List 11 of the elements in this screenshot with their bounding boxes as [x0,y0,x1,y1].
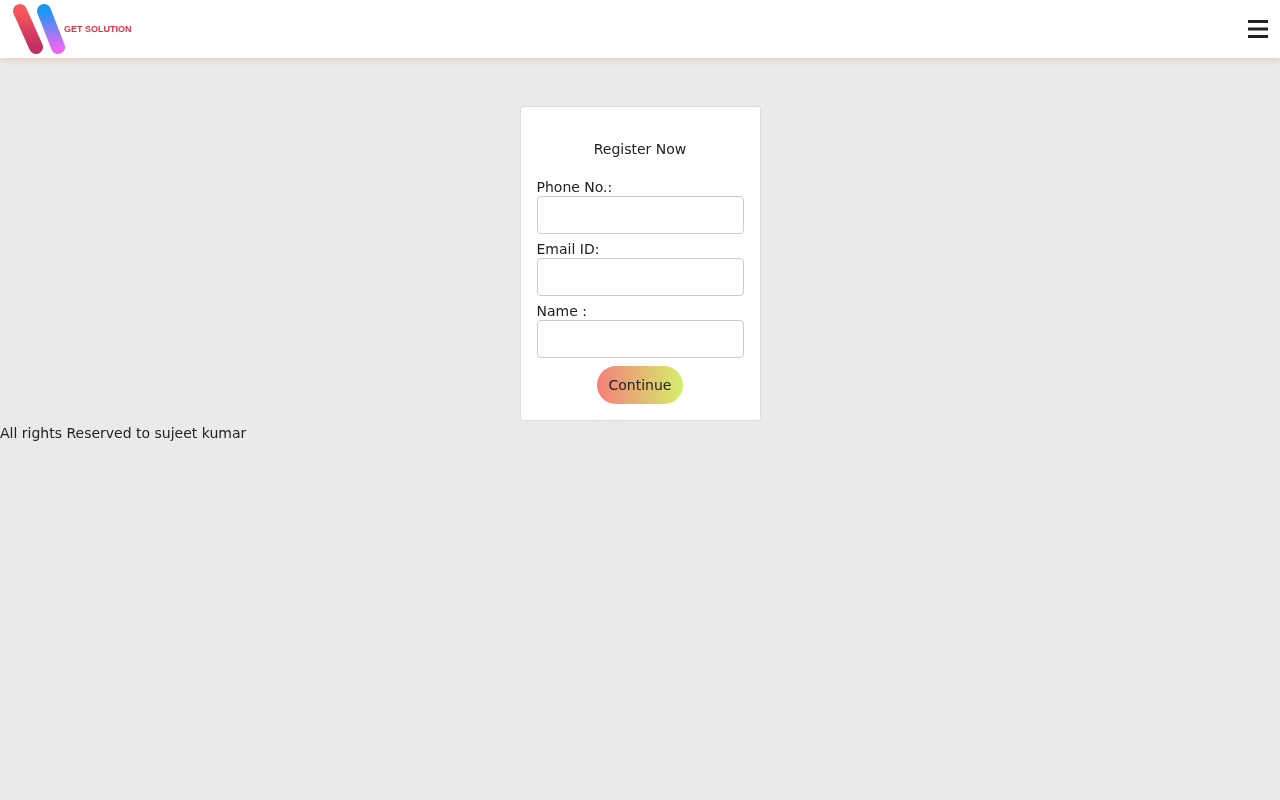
menu-button[interactable] [1248,20,1268,38]
field-label: Name : [536,302,588,320]
footer-text: All rights Reserved to sujeet kumar [0,425,248,441]
continue-button[interactable]: Continue [596,366,684,404]
form-title: Register Now [592,141,688,157]
input-field[interactable] [536,258,744,296]
input-field[interactable] [536,196,744,234]
field-label: Email ID: [536,240,601,258]
input-field[interactable] [536,320,744,358]
field-label: Phone No.: [536,178,614,196]
logo-text: GET SOLUTION [64,24,132,34]
